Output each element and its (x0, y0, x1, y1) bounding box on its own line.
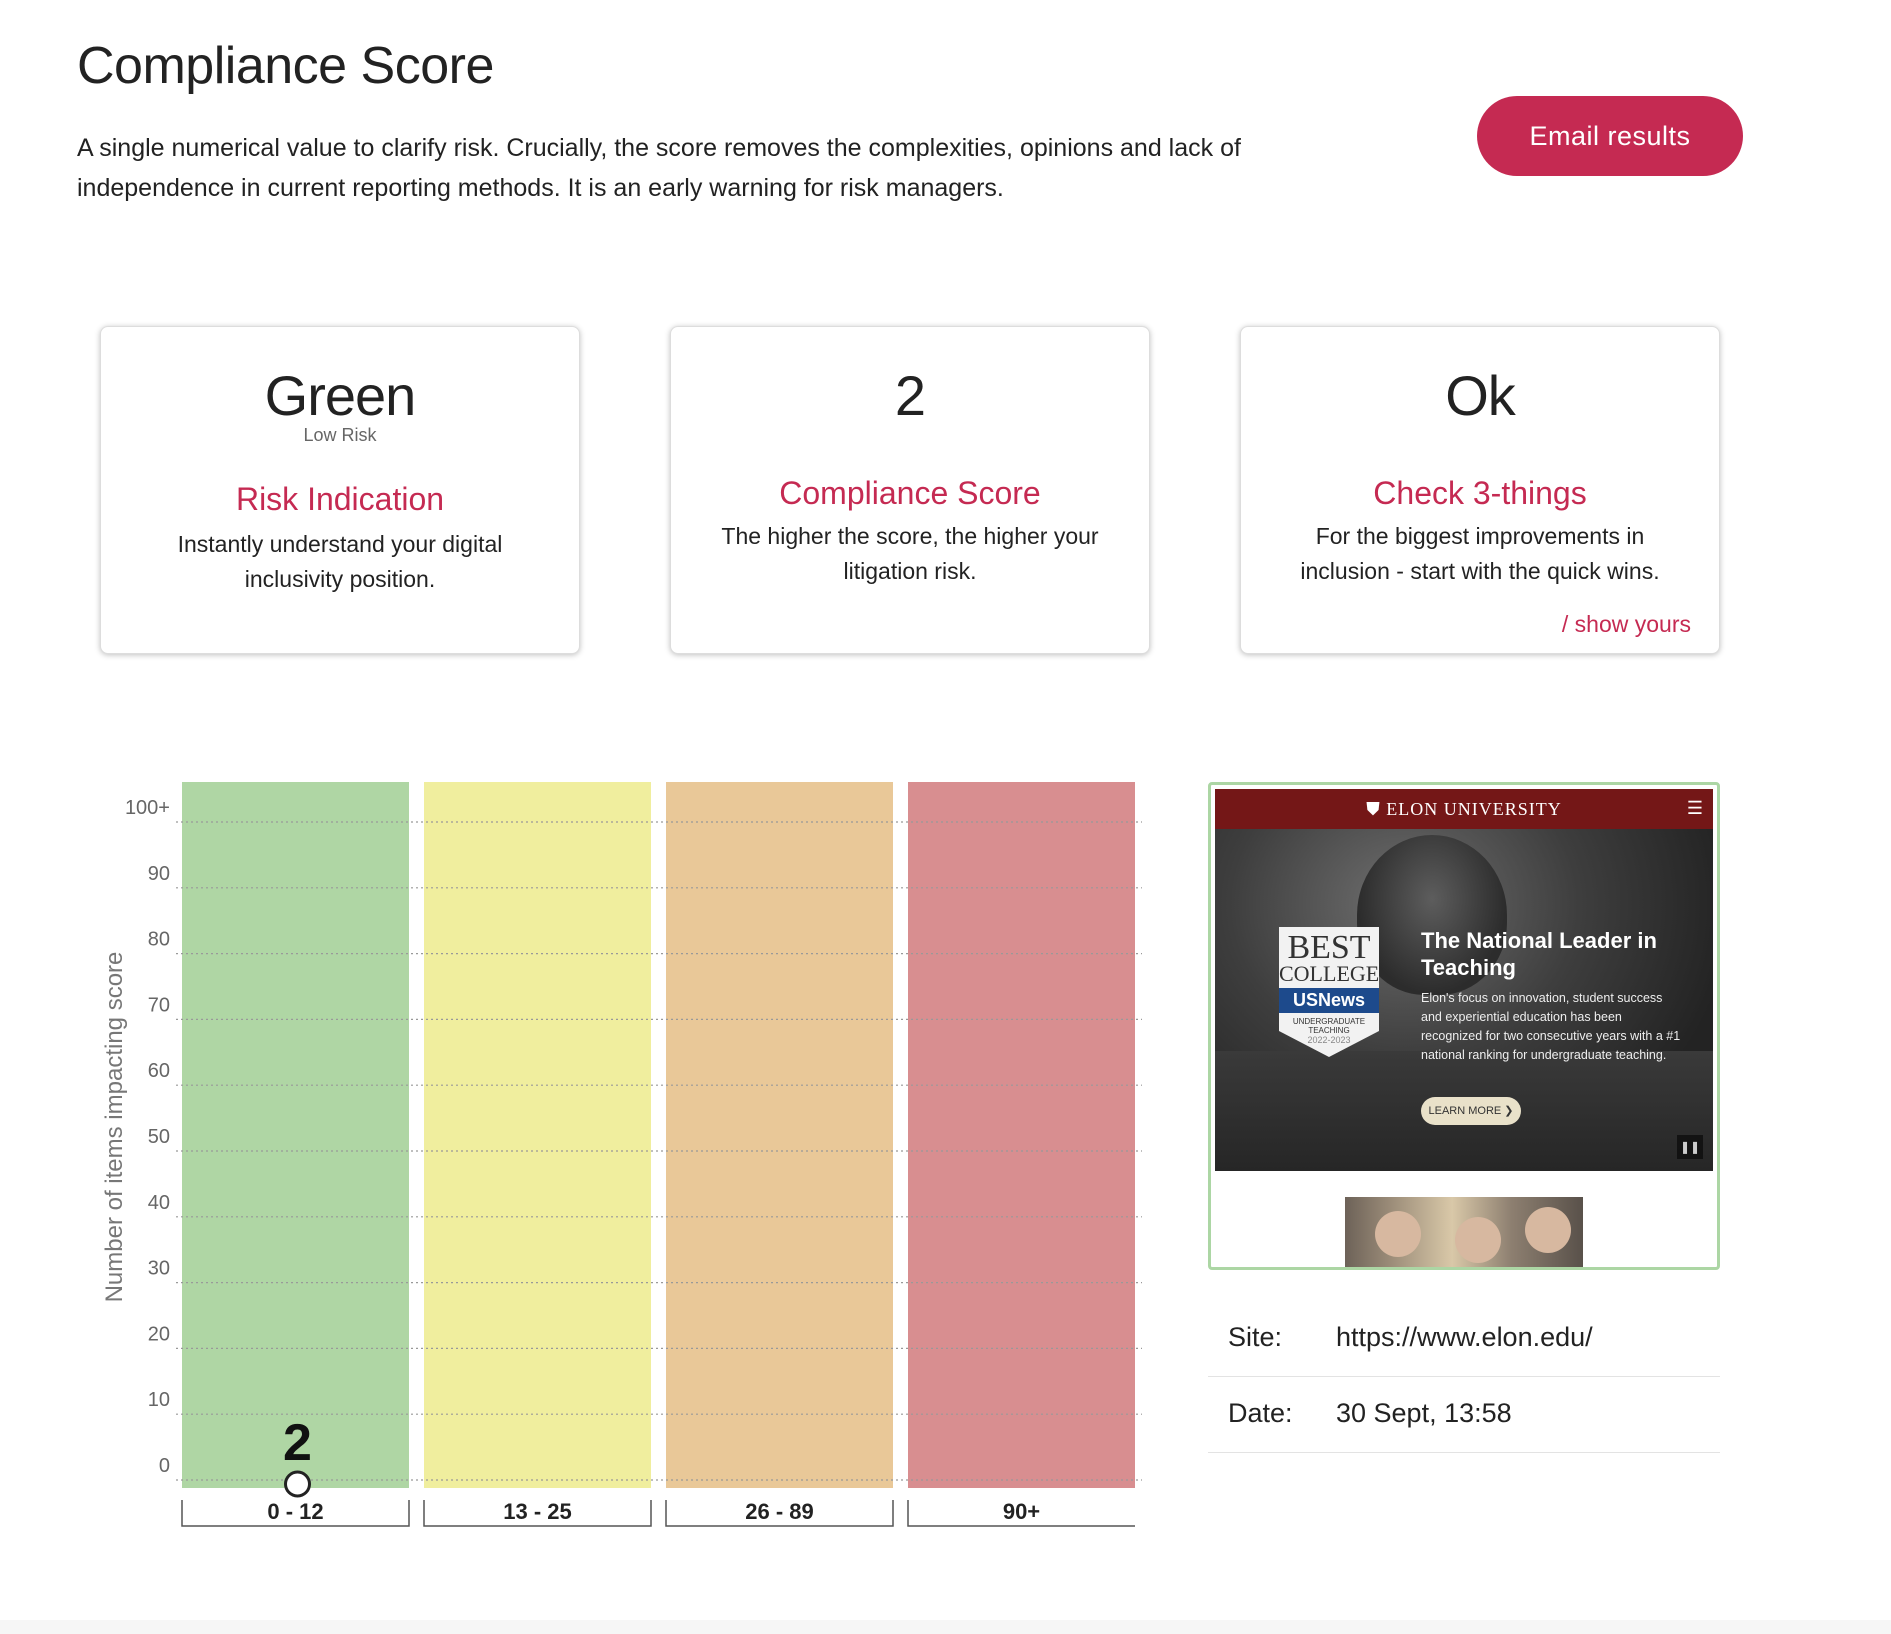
x-tick-label: 26 - 89 (745, 1499, 814, 1524)
site-screenshot: ⛊ ELON UNIVERSITY ☰ BEST COLLEGES USNews… (1208, 782, 1720, 1270)
y-tick-label: 30 (148, 1258, 170, 1280)
pause-icon: ❚❚ (1677, 1135, 1703, 1159)
shield-icon: ⛊ (1366, 799, 1387, 819)
site-info-row: Site: https://www.elon.edu/ (1208, 1300, 1720, 1377)
y-tick-label: 40 (148, 1192, 170, 1214)
learn-more-button: LEARN MORE ❯ (1421, 1097, 1521, 1125)
x-tick-label: 90+ (1003, 1499, 1040, 1524)
y-tick-label: 60 (148, 1060, 170, 1082)
score-marker-label: 2 (283, 1414, 312, 1472)
date-label: Date: (1228, 1398, 1293, 1428)
chart-band (666, 782, 893, 1488)
thumbnail-face (1455, 1217, 1501, 1263)
thumbnail-face (1375, 1211, 1421, 1257)
score-marker (284, 1470, 311, 1498)
y-tick-label: 50 (148, 1126, 170, 1148)
y-tick-label: 100+ (125, 797, 170, 819)
x-tick-label: 13 - 25 (503, 1499, 572, 1524)
site-brand: ⛊ ELON UNIVERSITY (1366, 799, 1562, 819)
y-tick-label: 20 (148, 1323, 170, 1345)
footer-strip (0, 1620, 1891, 1634)
y-tick-label: 0 (159, 1455, 170, 1477)
hero-headline: The National Leader in Teaching (1421, 928, 1657, 980)
y-tick-label: 80 (148, 929, 170, 951)
thumbnail-face (1525, 1207, 1571, 1253)
hero-body: Elon's focus on innovation, student succ… (1421, 991, 1681, 1062)
site-thumbnail-photo (1345, 1197, 1583, 1267)
site-hero: BEST COLLEGES USNews UNDERGRADUATE TEACH… (1215, 829, 1713, 1171)
hamburger-menu-icon: ☰ (1686, 798, 1703, 818)
y-tick-label: 90 (148, 863, 170, 885)
x-tick-label: 0 - 12 (267, 1499, 323, 1524)
site-label: Site: (1228, 1322, 1283, 1352)
date-info-row: Date: 30 Sept, 13:58 (1208, 1376, 1720, 1453)
us-news-badge: BEST COLLEGES USNews UNDERGRADUATE TEACH… (1279, 927, 1379, 1057)
date-value: 30 Sept, 13:58 (1336, 1398, 1512, 1428)
site-url: https://www.elon.edu/ (1336, 1322, 1593, 1352)
site-nav-bar: ⛊ ELON UNIVERSITY ☰ (1215, 789, 1713, 829)
y-tick-label: 10 (148, 1389, 170, 1411)
y-tick-label: 70 (148, 994, 170, 1016)
